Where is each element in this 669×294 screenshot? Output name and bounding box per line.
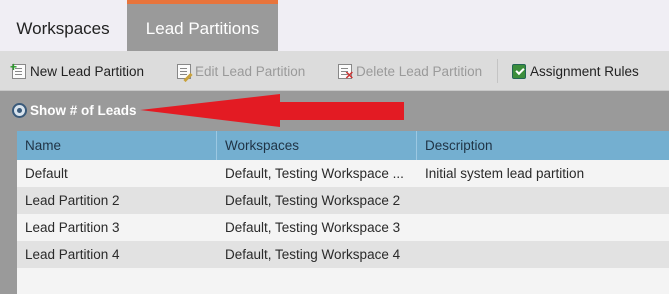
- gear-icon: [12, 102, 27, 118]
- tab-lead-partitions[interactable]: Lead Partitions: [127, 0, 278, 51]
- new-document-icon: +: [10, 61, 26, 79]
- tab-bar: Workspaces Lead Partitions: [0, 0, 669, 51]
- cell-description: Initial system lead partition: [425, 166, 585, 181]
- cell-description: [417, 214, 669, 241]
- cell-workspaces: Default, Testing Workspace 2: [225, 193, 401, 208]
- column-header-workspaces[interactable]: Workspaces: [217, 131, 417, 160]
- cell-name: Lead Partition 4: [25, 247, 120, 262]
- cell-name: Lead Partition 2: [25, 193, 120, 208]
- delete-lead-partition-button[interactable]: ✕ Delete Lead Partition: [338, 51, 482, 91]
- assignment-rules-label: Assignment Rules: [530, 63, 639, 79]
- table-row[interactable]: Lead Partition 2 Default, Testing Worksp…: [17, 187, 669, 214]
- new-lead-partition-label: New Lead Partition: [30, 63, 145, 79]
- cell-description: [417, 187, 669, 214]
- table-row[interactable]: Lead Partition 3 Default, Testing Worksp…: [17, 214, 669, 241]
- table-row[interactable]: Lead Partition 4 Default, Testing Worksp…: [17, 241, 669, 268]
- assignment-rules-icon: [512, 63, 526, 79]
- table-row[interactable]: Default Default, Testing Workspace ... I…: [17, 160, 669, 187]
- toolbar-divider: [497, 59, 498, 83]
- delete-lead-partition-label: Delete Lead Partition: [356, 63, 483, 79]
- lead-partitions-grid: Name Workspaces Description Default Defa…: [17, 131, 669, 294]
- column-header-name[interactable]: Name: [17, 131, 217, 160]
- cell-name: Default: [25, 166, 68, 181]
- grid-header: Name Workspaces Description: [17, 131, 669, 160]
- tab-workspaces[interactable]: Workspaces: [0, 0, 126, 51]
- column-header-description[interactable]: Description: [417, 131, 669, 160]
- cell-workspaces: Default, Testing Workspace 4: [225, 247, 401, 262]
- cell-name: Lead Partition 3: [25, 220, 120, 235]
- cell-workspaces: Default, Testing Workspace 3: [225, 220, 401, 235]
- edit-document-icon: [177, 63, 193, 82]
- show-leads-label: Show # of Leads: [30, 102, 137, 118]
- new-lead-partition-button[interactable]: + New Lead Partition: [10, 51, 145, 91]
- show-leads-toggle[interactable]: Show # of Leads: [12, 101, 137, 119]
- assignment-rules-button[interactable]: Assignment Rules: [512, 51, 639, 91]
- cell-description: [417, 241, 669, 268]
- delete-document-icon: ✕: [338, 63, 354, 81]
- red-arrow-icon: [140, 94, 404, 127]
- annotation-arrow: [140, 94, 404, 127]
- edit-lead-partition-button[interactable]: Edit Lead Partition: [177, 51, 305, 91]
- edit-lead-partition-label: Edit Lead Partition: [195, 63, 306, 79]
- cell-workspaces: Default, Testing Workspace ...: [225, 166, 404, 181]
- toolbar: + New Lead Partition Edit Lead Partition…: [0, 51, 669, 91]
